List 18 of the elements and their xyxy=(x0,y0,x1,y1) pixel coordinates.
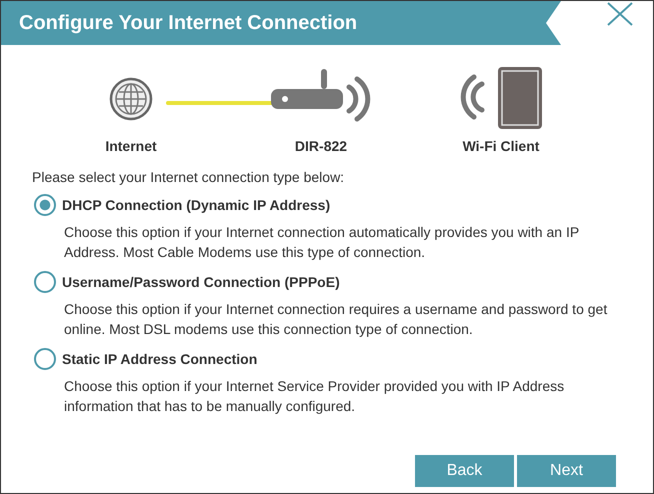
globe-icon xyxy=(109,77,153,121)
option-description: Choose this option if your Internet connection requires a username and password to get online. Most DSL modems use this connection type of connection. xyxy=(64,300,608,339)
radio-button[interactable] xyxy=(34,194,56,216)
option-description: Choose this option if your Internet connection automatically provides you with an IP Address. Most Cable Modems use this type of connection. xyxy=(64,223,580,262)
radio-button[interactable] xyxy=(34,348,56,370)
instruction-text: Please select your Internet connection type below: xyxy=(32,169,346,185)
dialog-title: Configure Your Internet Connection xyxy=(19,12,358,34)
option-description: Choose this option if your Internet Service Provider provided you with IP Address information that has to be manually configured. xyxy=(64,377,566,416)
option-label: Username/Password Connection (PPPoE) xyxy=(62,274,340,290)
dialog-button[interactable]: Back xyxy=(415,455,514,487)
option-label: DHCP Connection (Dynamic IP Address) xyxy=(62,197,330,213)
option-label: Static IP Address Connection xyxy=(62,351,258,367)
device-label: DIR-822 xyxy=(294,138,348,154)
close-icon[interactable] xyxy=(607,2,633,26)
radio-button[interactable] xyxy=(34,271,56,293)
dialog-button[interactable]: Next xyxy=(517,455,616,487)
device-label: Wi-Fi Client xyxy=(462,138,540,154)
device-label: Internet xyxy=(105,138,157,154)
